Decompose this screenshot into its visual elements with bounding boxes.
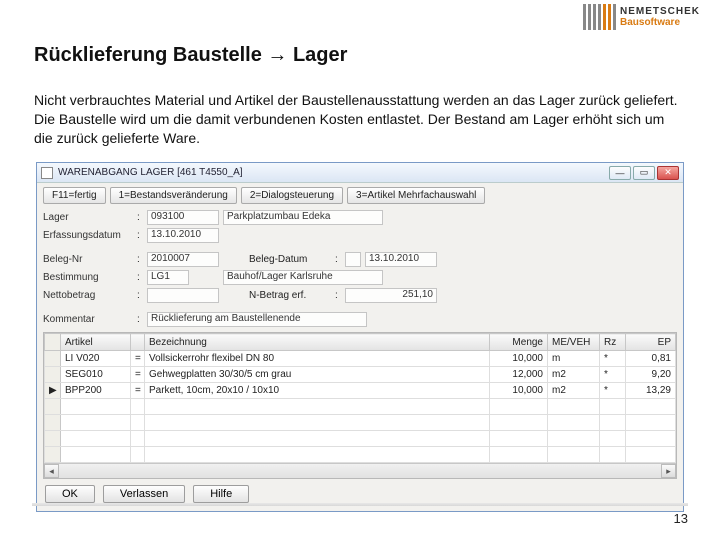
cell-eq: = [131,367,145,383]
cell-ep[interactable]: 13,29 [626,383,676,399]
label-belegdatum: Beleg-Datum [249,254,335,265]
row-marker [45,367,61,383]
page-number: 13 [674,511,688,526]
label-netto: Nettobetrag [43,290,137,301]
cell-artikel[interactable]: SEG010 [61,367,131,383]
th-artikel[interactable]: Artikel [61,334,131,351]
row-marker [45,351,61,367]
items-table: Artikel Bezeichnung Menge ME/VEH Rz EP L… [43,332,677,479]
horizontal-scrollbar[interactable]: ◂ ▸ [44,463,676,478]
table-row[interactable]: SEG010=Gehwegplatten 30/30/5 cm grau12,0… [45,367,676,383]
cell-menge[interactable]: 12,000 [490,367,548,383]
cell-rz[interactable]: * [600,383,626,399]
field-nbetrag[interactable]: 251,10 [345,288,437,303]
cell-eq: = [131,351,145,367]
cell-me[interactable]: m2 [548,383,600,399]
th-mark[interactable] [45,334,61,351]
th-ep[interactable]: EP [626,334,676,351]
table-row[interactable] [45,399,676,415]
table-row[interactable]: LI V020=Vollsickerrohr flexibel DN 8010,… [45,351,676,367]
th-menge[interactable]: Menge [490,334,548,351]
label-kommentar: Kommentar [43,314,137,325]
cell-artikel[interactable]: LI V020 [61,351,131,367]
brand-line2: Bausoftware [620,17,700,28]
tab-mehrfach[interactable]: 3=Artikel Mehrfachauswahl [347,187,485,204]
field-erfassung[interactable]: 13.10.2010 [147,228,219,243]
window-titlebar[interactable]: WARENABGANG LAGER [461 T4550_A] — ▭ ✕ [37,163,683,183]
logo-bars [583,4,616,30]
footer-rule [32,503,688,506]
table-row[interactable]: ▶BPP200=Parkett, 10cm, 20x10 / 10x1010,0… [45,383,676,399]
ok-button[interactable]: OK [45,485,95,503]
brand-logo: NEMETSCHEK Bausoftware [583,4,700,30]
cell-artikel[interactable]: BPP200 [61,383,131,399]
field-bestimmung-code[interactable]: LG1 [147,270,189,285]
verlassen-button[interactable]: Verlassen [103,485,185,503]
scroll-left-icon[interactable]: ◂ [44,464,59,478]
th-me[interactable]: ME/VEH [548,334,600,351]
slide-description: Nicht verbrauchtes Material und Artikel … [34,91,686,148]
field-belegdatum-btn[interactable] [345,252,361,267]
field-kommentar[interactable]: Rücklieferung am Baustellenende [147,312,367,327]
table-row[interactable] [45,415,676,431]
cell-menge[interactable]: 10,000 [490,351,548,367]
window-icon [41,167,53,179]
cell-bezeichnung[interactable]: Parkett, 10cm, 20x10 / 10x10 [145,383,490,399]
label-bestimmung: Bestimmung [43,272,137,283]
label-nbetrag: N-Betrag erf. [249,290,335,301]
cell-eq: = [131,383,145,399]
close-button[interactable]: ✕ [657,166,679,180]
tab-row: F11=fertig 1=Bestandsveränderung 2=Dialo… [43,187,677,204]
row-marker: ▶ [45,383,61,399]
th-bezeichnung[interactable]: Bezeichnung [145,334,490,351]
field-lager-code[interactable]: 093100 [147,210,219,225]
minimize-button[interactable]: — [609,166,631,180]
cell-ep[interactable]: 0,81 [626,351,676,367]
field-lager-name[interactable]: Parkplatzumbau Edeka [223,210,383,225]
slide-title: Rücklieferung Baustelle → Lager [34,44,686,67]
brand-line1: NEMETSCHEK [620,6,700,17]
cell-rz[interactable]: * [600,351,626,367]
app-window: WARENABGANG LAGER [461 T4550_A] — ▭ ✕ F1… [36,162,684,512]
cell-menge[interactable]: 10,000 [490,383,548,399]
cell-me[interactable]: m [548,351,600,367]
label-lager: Lager [43,212,137,223]
field-netto[interactable] [147,288,219,303]
maximize-button[interactable]: ▭ [633,166,655,180]
tab-bestand[interactable]: 1=Bestandsveränderung [110,187,237,204]
cell-bezeichnung[interactable]: Gehwegplatten 30/30/5 cm grau [145,367,490,383]
label-belegnr: Beleg-Nr [43,254,137,265]
cell-ep[interactable]: 9,20 [626,367,676,383]
scroll-right-icon[interactable]: ▸ [661,464,676,478]
field-bestimmung-name[interactable]: Bauhof/Lager Karlsruhe [223,270,383,285]
th-spacer [131,334,145,351]
th-rz[interactable]: Rz [600,334,626,351]
tab-dialog[interactable]: 2=Dialogsteuerung [241,187,343,204]
hilfe-button[interactable]: Hilfe [193,485,249,503]
cell-me[interactable]: m2 [548,367,600,383]
field-belegdatum[interactable]: 13.10.2010 [365,252,437,267]
tab-f11[interactable]: F11=fertig [43,187,106,204]
table-row[interactable] [45,431,676,447]
cell-bezeichnung[interactable]: Vollsickerrohr flexibel DN 80 [145,351,490,367]
field-belegnr[interactable]: 2010007 [147,252,219,267]
window-title: WARENABGANG LAGER [461 T4550_A] [58,167,609,178]
label-erfassung: Erfassungsdatum [43,230,137,241]
table-row[interactable] [45,447,676,463]
cell-rz[interactable]: * [600,367,626,383]
